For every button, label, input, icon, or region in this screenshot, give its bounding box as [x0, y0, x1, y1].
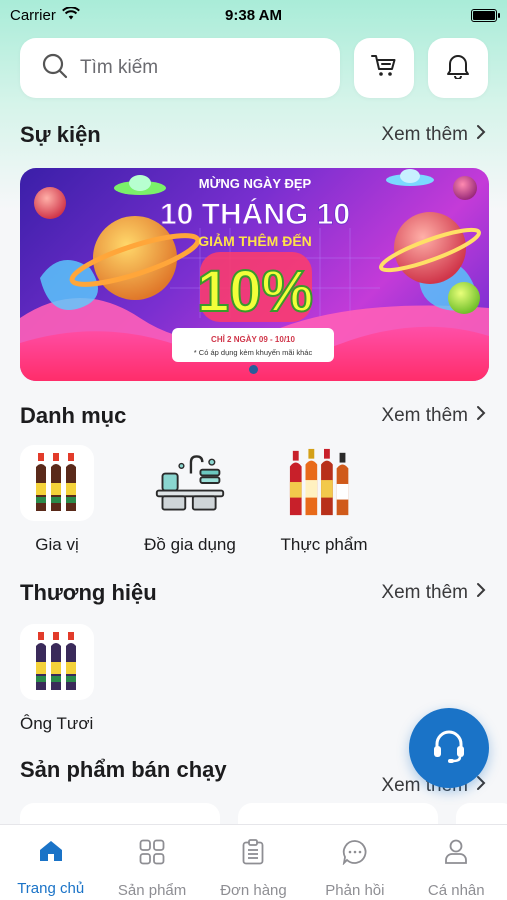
search-input[interactable] [80, 57, 300, 79]
battery-icon [471, 8, 500, 22]
brands-title: Thương hiệu [20, 580, 157, 605]
chevron-right-icon [476, 124, 486, 146]
brands-see-more-link[interactable]: Xem thêm [381, 582, 486, 604]
search-row [20, 38, 490, 98]
chat-bubble-icon [342, 839, 368, 870]
event-banner[interactable]: MỪNG NGÀY ĐẸP 10 THÁNG 10 GIẢM THÊM ĐẾN … [20, 168, 489, 381]
cart-icon [371, 54, 397, 83]
categories-see-more-link[interactable]: Xem thêm [381, 405, 486, 427]
status-bar: Carrier 9:38 AM [0, 0, 507, 30]
category-label: Thực phẩm [280, 535, 368, 554]
brands-section-header: Thương hiệu Xem thêm [20, 578, 486, 608]
bell-icon [446, 53, 470, 84]
banner-line3: GIẢM THÊM ĐẾN [198, 232, 312, 249]
category-item-do-gia-dung[interactable]: Đồ gia dụng [134, 445, 246, 555]
chevron-right-icon [476, 775, 486, 797]
grid-icon [139, 839, 165, 870]
events-see-more-link[interactable]: Xem thêm [381, 124, 486, 146]
categories-section-header: Danh mục Xem thêm [20, 401, 486, 431]
cart-button[interactable] [354, 38, 414, 98]
banner-note2: * Có áp dụng kèm khuyến mãi khác [194, 348, 313, 357]
tab-orders[interactable]: Đơn hàng [203, 839, 303, 900]
banner-note1: CHỈ 2 NGÀY 09 - 10/10 [211, 335, 295, 344]
banner-line1: MỪNG NGÀY ĐẸP [199, 176, 312, 191]
brand-label: Ông Tươi [20, 714, 94, 733]
clipboard-icon [242, 839, 264, 870]
tab-feedback[interactable]: Phản hồi [305, 839, 405, 900]
categories-title: Danh mục [20, 403, 127, 428]
tab-products[interactable]: Sản phẩm [102, 839, 202, 900]
category-item-thuc-pham[interactable]: Thực phẩm [268, 445, 380, 555]
see-more-label: Xem thêm [381, 582, 468, 603]
banner-artwork: MỪNG NGÀY ĐẸP 10 THÁNG 10 GIẢM THÊM ĐẾN … [20, 169, 489, 381]
category-label: Đồ gia dụng [144, 535, 236, 554]
support-button[interactable] [409, 708, 489, 788]
search-icon [42, 53, 68, 84]
category-item-gia-vi[interactable]: Gia vị [20, 445, 94, 555]
tab-label: Phản hồi [325, 882, 385, 899]
banner-big-percent: 10% [197, 259, 313, 324]
wifi-icon [61, 5, 80, 24]
chevron-right-icon [476, 582, 486, 604]
banner-line2: 10 THÁNG 10 [160, 197, 350, 231]
category-list: Gia vị Đồ gia dụng Thực phẩm [20, 445, 402, 555]
banner-page-indicator [249, 365, 258, 374]
sauce-bottles-icon [20, 445, 94, 521]
see-more-label: Xem thêm [381, 405, 468, 426]
food-bottles-icon [287, 445, 361, 521]
tab-label: Đơn hàng [220, 882, 287, 899]
events-title: Sự kiện [20, 122, 101, 147]
bottom-tab-bar: Trang chủ Sản phẩm Đơn hàng Phản hồi Cá … [0, 824, 507, 900]
kitchen-sink-icon [153, 445, 227, 521]
category-label: Gia vị [35, 535, 79, 554]
see-more-label: Xem thêm [381, 124, 468, 145]
tab-home[interactable]: Trang chủ [1, 839, 101, 900]
user-icon [444, 839, 468, 870]
carrier-label: Carrier [10, 6, 56, 24]
search-box[interactable] [20, 38, 340, 98]
tab-label: Trang chủ [17, 880, 85, 897]
headset-icon [431, 728, 467, 769]
chevron-right-icon [476, 405, 486, 427]
tab-label: Sản phẩm [117, 882, 187, 899]
home-icon [38, 839, 64, 868]
best-sellers-title: Sản phẩm bán chạy [20, 757, 227, 782]
brand-item-ong-tuoi[interactable]: Ông Tươi [20, 624, 94, 734]
sauce-bottles-icon [20, 624, 94, 700]
tab-profile[interactable]: Cá nhân [406, 839, 506, 900]
tab-label: Cá nhân [427, 882, 485, 899]
notification-button[interactable] [428, 38, 488, 98]
events-section-header: Sự kiện Xem thêm [20, 120, 486, 150]
